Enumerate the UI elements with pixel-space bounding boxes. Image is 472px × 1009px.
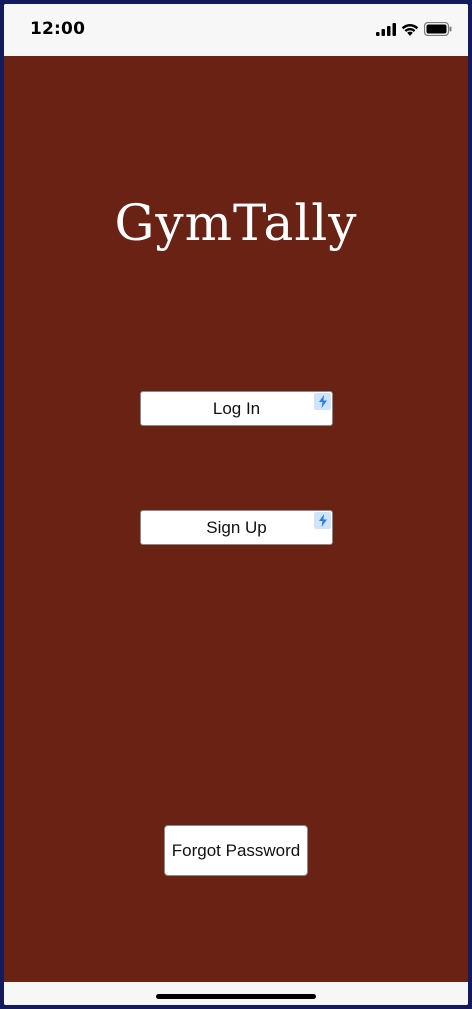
status-bar: 12:00 xyxy=(4,4,468,56)
app-title: GymTally xyxy=(114,194,358,252)
app-content: GymTally Log In Sign Up Forgot Password xyxy=(4,56,468,982)
login-button-label: Log In xyxy=(212,398,261,418)
status-time: 12:00 xyxy=(30,19,86,39)
forgot-password-label: Forgot Password xyxy=(171,840,301,860)
phone-screen: 12:00 GymTally Log In Sign Up Forgot Pas… xyxy=(4,4,468,1005)
home-bar-area xyxy=(4,982,468,1005)
signup-button[interactable]: Sign Up xyxy=(140,510,333,545)
wifi-icon xyxy=(401,21,419,40)
login-button[interactable]: Log In xyxy=(140,391,333,426)
forgot-password-button[interactable]: Forgot Password xyxy=(164,825,308,876)
device-frame: 12:00 GymTally Log In Sign Up Forgot Pas… xyxy=(0,0,472,1009)
lightning-bolt-icon xyxy=(314,393,331,410)
status-icons xyxy=(376,21,452,40)
cellular-signal-icon xyxy=(376,21,396,40)
battery-icon xyxy=(423,21,452,40)
home-indicator[interactable] xyxy=(156,994,316,999)
signup-button-label: Sign Up xyxy=(206,517,267,537)
lightning-bolt-icon xyxy=(314,512,331,529)
